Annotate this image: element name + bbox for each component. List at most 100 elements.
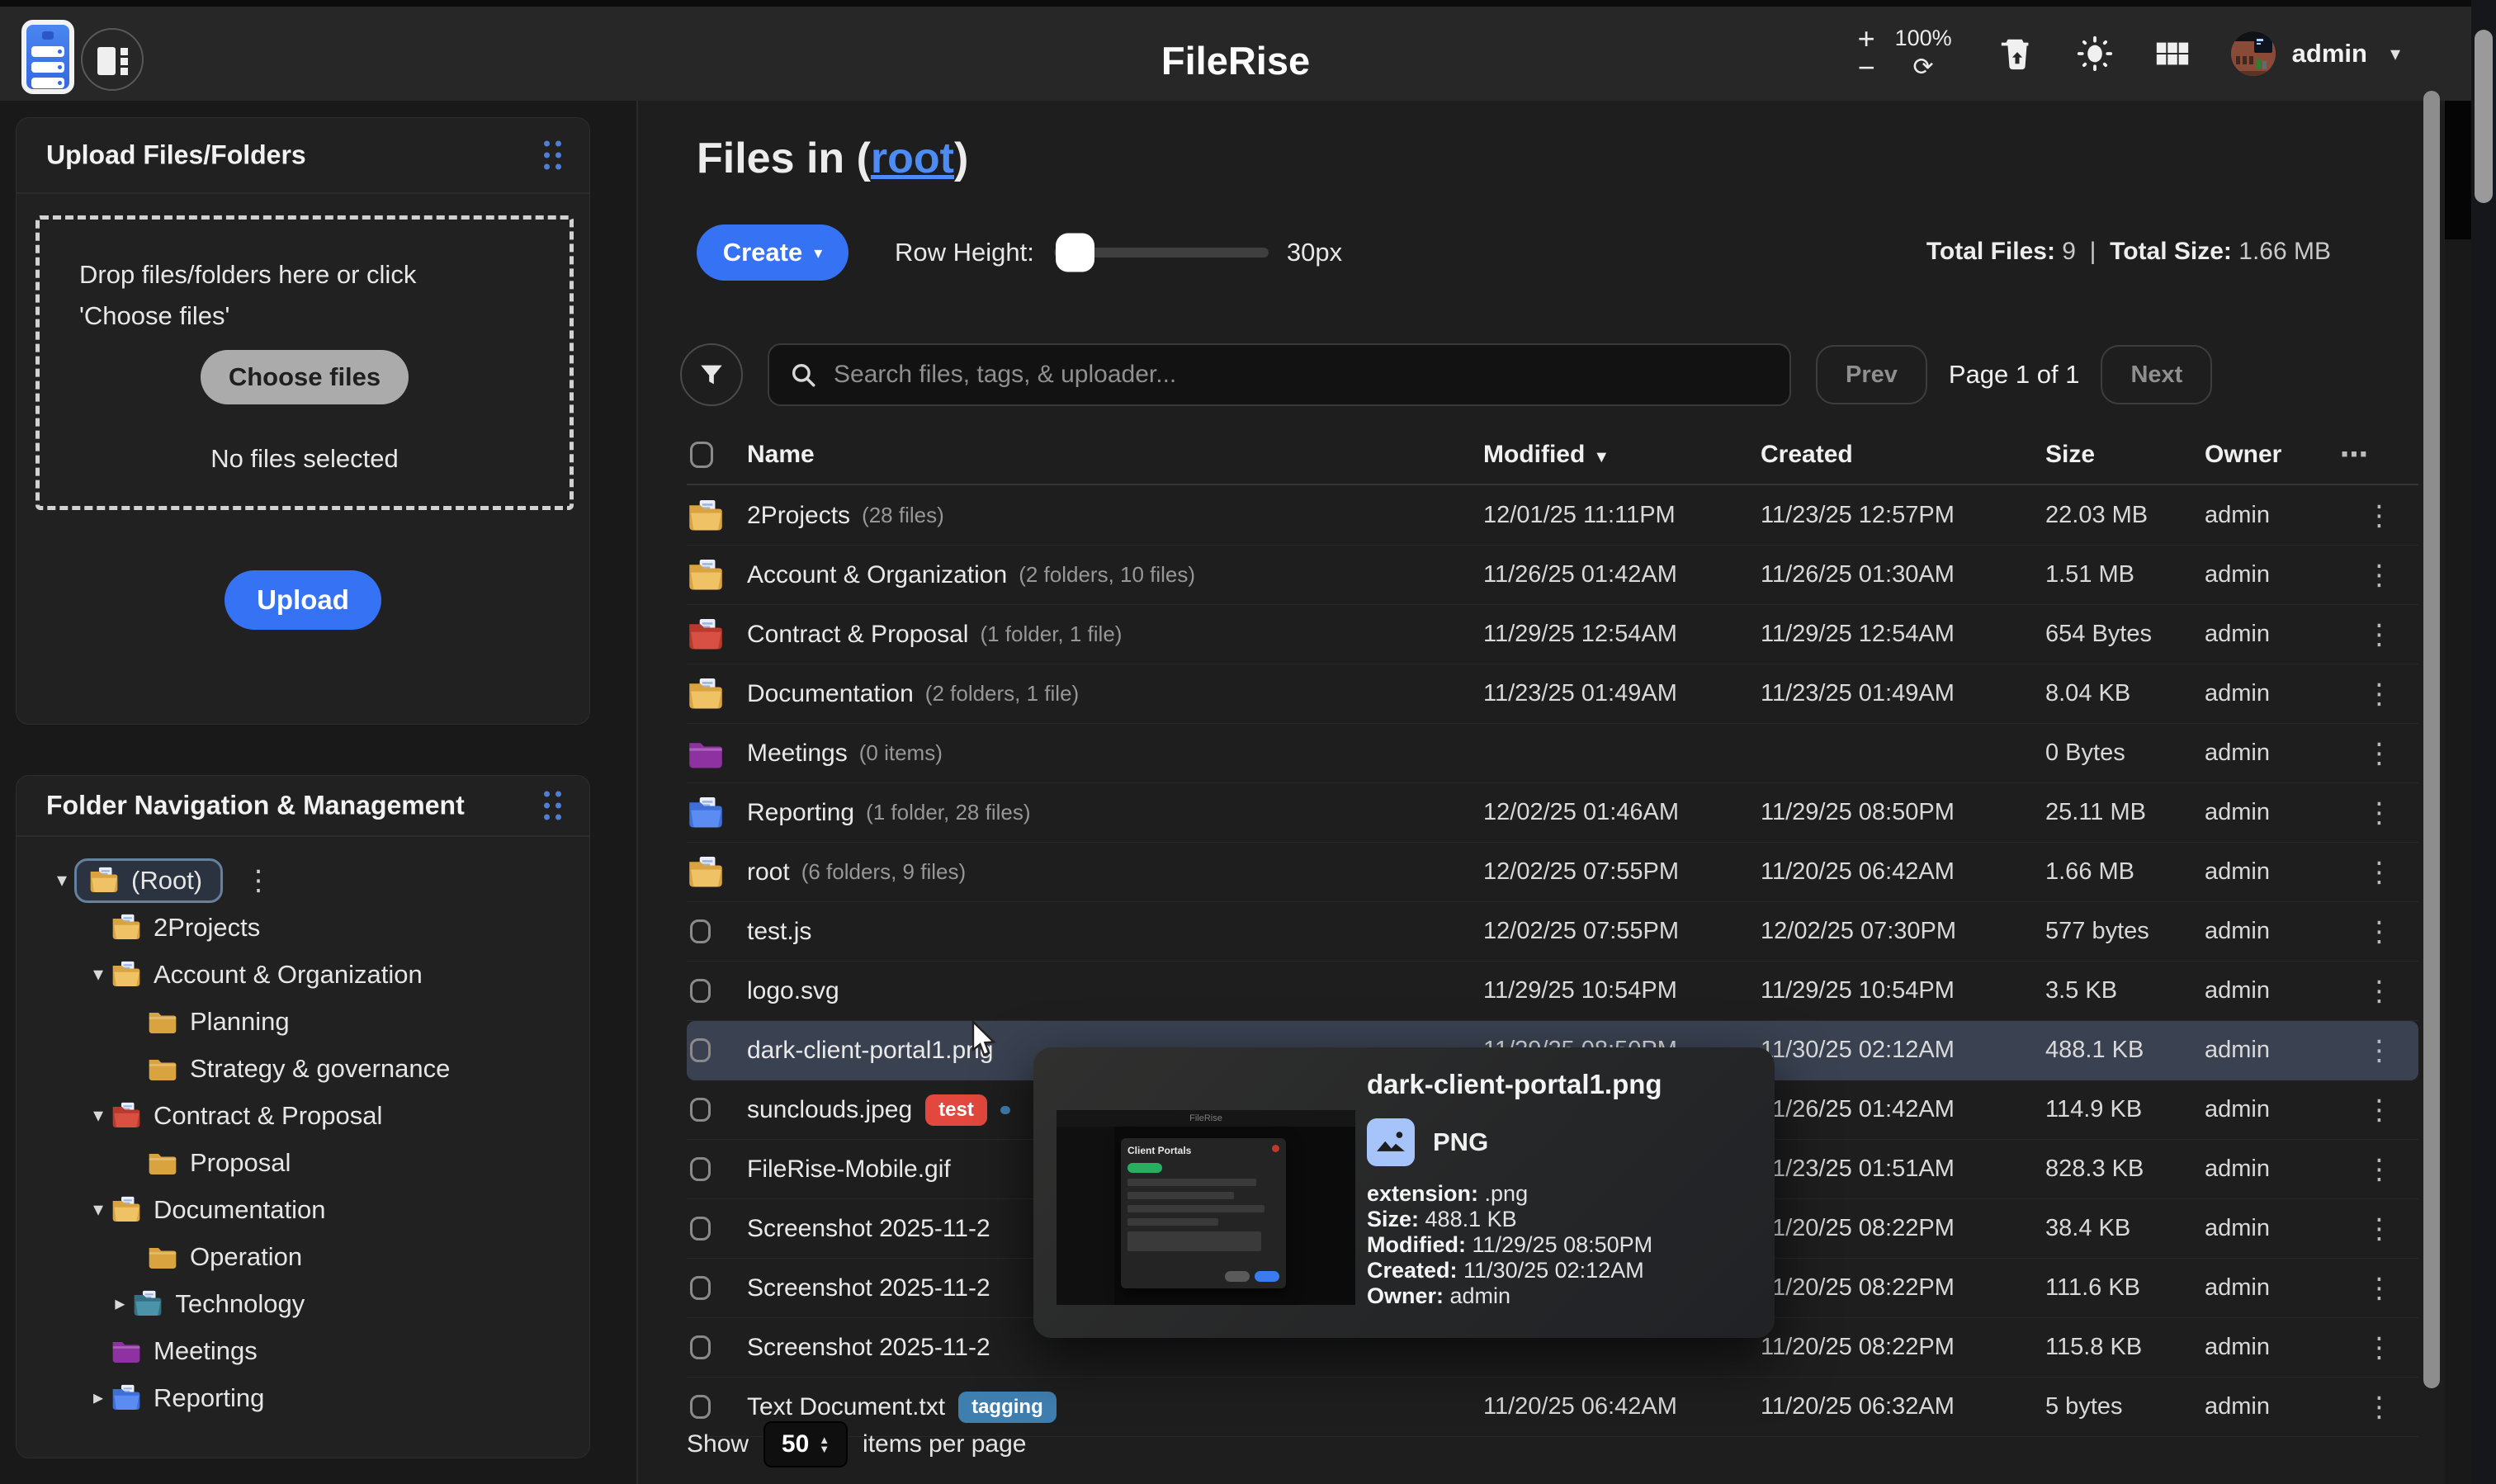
drag-handle-icon[interactable]: [544, 141, 561, 170]
row-actions-kebab-icon[interactable]: ⋮: [2340, 1034, 2418, 1067]
row-checkbox[interactable]: [690, 1276, 711, 1300]
tree-item-meetings[interactable]: Meetings: [17, 1327, 589, 1374]
table-row[interactable]: test.js12/02/25 07:55PM12/02/25 07:30PM5…: [687, 902, 2418, 962]
row-actions-kebab-icon[interactable]: ⋮: [2340, 678, 2418, 711]
zoom-out-button[interactable]: −: [1858, 55, 1875, 80]
file-name[interactable]: Screenshot 2025-11-2: [747, 1334, 990, 1362]
row-actions-kebab-icon[interactable]: ⋮: [2340, 975, 2418, 1008]
table-row[interactable]: Documentation(2 folders, 1 file)11/23/25…: [687, 664, 2418, 724]
tree-item-selected-pill[interactable]: (Root): [74, 858, 223, 903]
filerise-logo-icon[interactable]: [21, 20, 74, 94]
tree-item-technology[interactable]: ▸Technology: [17, 1280, 589, 1327]
row-actions-kebab-icon[interactable]: ⋮: [2340, 737, 2418, 770]
table-row[interactable]: Contract & Proposal(1 folder, 1 file)11/…: [687, 605, 2418, 664]
row-checkbox[interactable]: [690, 1217, 711, 1241]
file-name[interactable]: sunclouds.jpeg: [747, 1096, 912, 1124]
window-scrollbar-thumb[interactable]: [2475, 30, 2493, 203]
row-checkbox[interactable]: [690, 979, 711, 1003]
row-actions-kebab-icon[interactable]: ⋮: [2340, 1272, 2418, 1305]
tree-expand-caret-icon[interactable]: ▾: [86, 962, 111, 986]
row-actions-kebab-icon[interactable]: ⋮: [2340, 1212, 2418, 1245]
apps-grid-icon[interactable]: [2153, 35, 2191, 73]
folder-name[interactable]: 2Projects: [747, 502, 850, 530]
tree-item-strategy-governance[interactable]: Strategy & governance: [17, 1045, 589, 1092]
content-scrollbar[interactable]: [2423, 91, 2440, 1388]
folder-name[interactable]: Meetings: [747, 740, 848, 768]
file-tag[interactable]: tagging: [958, 1392, 1057, 1423]
row-actions-kebab-icon[interactable]: ⋮: [2340, 618, 2418, 651]
table-row[interactable]: Reporting(1 folder, 28 files)12/02/25 01…: [687, 783, 2418, 843]
row-actions-kebab-icon[interactable]: ⋮: [2340, 1094, 2418, 1127]
file-name[interactable]: dark-client-portal1.png: [747, 1037, 994, 1065]
search-input[interactable]: [832, 360, 1770, 390]
tree-item-documentation[interactable]: ▾Documentation: [17, 1186, 589, 1233]
root-breadcrumb-link[interactable]: root: [871, 135, 954, 182]
table-row[interactable]: Meetings(0 items)0 Bytesadmin⋮: [687, 724, 2418, 783]
table-row[interactable]: root(6 folders, 9 files)12/02/25 07:55PM…: [687, 843, 2418, 902]
upload-button[interactable]: Upload: [225, 570, 381, 630]
file-name[interactable]: Text Document.txt: [747, 1393, 945, 1421]
row-height-slider[interactable]: [1054, 248, 1269, 258]
tree-expand-caret-icon[interactable]: ▸: [86, 1386, 111, 1410]
tree-expand-caret-icon[interactable]: ▸: [107, 1292, 132, 1316]
trash-restore-icon[interactable]: [1998, 35, 2036, 73]
file-name[interactable]: logo.svg: [747, 977, 839, 1005]
row-actions-kebab-icon[interactable]: ⋮: [2340, 856, 2418, 889]
tree-item-contract-proposal[interactable]: ▾Contract & Proposal: [17, 1092, 589, 1139]
zoom-reset-icon[interactable]: ⟳: [1913, 53, 1934, 82]
table-row[interactable]: logo.svg11/29/25 10:54PM11/29/25 10:54PM…: [687, 962, 2418, 1021]
row-actions-kebab-icon[interactable]: ⋮: [2340, 1153, 2418, 1186]
column-header-modified[interactable]: Modified▼: [1483, 441, 1761, 469]
user-menu-caret-icon[interactable]: ▾: [2390, 42, 2400, 66]
file-tag[interactable]: [1000, 1106, 1010, 1114]
tree-item-reporting[interactable]: ▸Reporting: [17, 1374, 589, 1421]
choose-files-button[interactable]: Choose files: [201, 350, 409, 404]
row-checkbox[interactable]: [690, 1098, 711, 1122]
tree-expand-caret-icon[interactable]: ▾: [86, 1198, 111, 1222]
items-per-page-select[interactable]: 50 ▲▼: [763, 1421, 848, 1467]
tree-item--root-[interactable]: ▾(Root) ⋮: [17, 857, 589, 904]
slider-thumb[interactable]: [1056, 234, 1094, 272]
column-header-size[interactable]: Size: [2045, 441, 2205, 469]
file-dropzone[interactable]: Drop files/folders here or click 'Choose…: [35, 215, 574, 510]
row-checkbox[interactable]: [690, 1038, 711, 1062]
tree-item-account-organization[interactable]: ▾Account & Organization: [17, 951, 589, 998]
column-header-created[interactable]: Created: [1761, 441, 2045, 469]
row-actions-kebab-icon[interactable]: ⋮: [2340, 1391, 2418, 1424]
folder-name[interactable]: Contract & Proposal: [747, 621, 968, 649]
create-button[interactable]: Create▾: [697, 224, 849, 281]
row-checkbox[interactable]: [690, 1335, 711, 1359]
search-box[interactable]: [768, 343, 1791, 406]
file-name[interactable]: Screenshot 2025-11-2: [747, 1215, 990, 1243]
drag-handle-icon[interactable]: [544, 792, 561, 820]
theme-toggle-sun-icon[interactable]: [2076, 35, 2114, 73]
row-actions-kebab-icon[interactable]: ⋮: [2340, 559, 2418, 592]
row-actions-kebab-icon[interactable]: ⋮: [2340, 499, 2418, 532]
file-name[interactable]: FileRise-Mobile.gif: [747, 1156, 951, 1184]
tree-item-planning[interactable]: Planning: [17, 998, 589, 1045]
tree-item-2projects[interactable]: 2Projects: [17, 904, 589, 951]
user-name[interactable]: admin: [2292, 39, 2367, 69]
table-row[interactable]: Account & Organization(2 folders, 10 fil…: [687, 546, 2418, 605]
file-name[interactable]: test.js: [747, 918, 811, 946]
row-checkbox[interactable]: [690, 919, 711, 943]
folder-name[interactable]: Reporting: [747, 799, 854, 827]
folder-menu-kebab-icon[interactable]: ⋮: [244, 864, 272, 897]
tree-expand-caret-icon[interactable]: ▾: [86, 1104, 111, 1127]
file-tag[interactable]: test: [925, 1094, 987, 1126]
row-checkbox[interactable]: [690, 1395, 711, 1419]
tree-item-proposal[interactable]: Proposal: [17, 1139, 589, 1186]
select-all-checkbox[interactable]: [690, 442, 713, 468]
zoom-in-button[interactable]: +: [1858, 26, 1875, 51]
column-options-button[interactable]: ⋯: [2340, 438, 2418, 471]
tree-expand-caret-icon[interactable]: ▾: [50, 868, 74, 892]
row-checkbox[interactable]: [690, 1157, 711, 1181]
folder-name[interactable]: root: [747, 858, 790, 886]
layout-toggle-button[interactable]: [81, 28, 144, 91]
folder-name[interactable]: Documentation: [747, 680, 914, 708]
table-row[interactable]: 2Projects(28 files)12/01/25 11:11PM11/23…: [687, 486, 2418, 546]
next-page-button[interactable]: Next: [2101, 345, 2212, 404]
row-actions-kebab-icon[interactable]: ⋮: [2340, 915, 2418, 948]
filter-button[interactable]: [680, 343, 743, 406]
column-header-name[interactable]: Name: [747, 441, 1483, 469]
